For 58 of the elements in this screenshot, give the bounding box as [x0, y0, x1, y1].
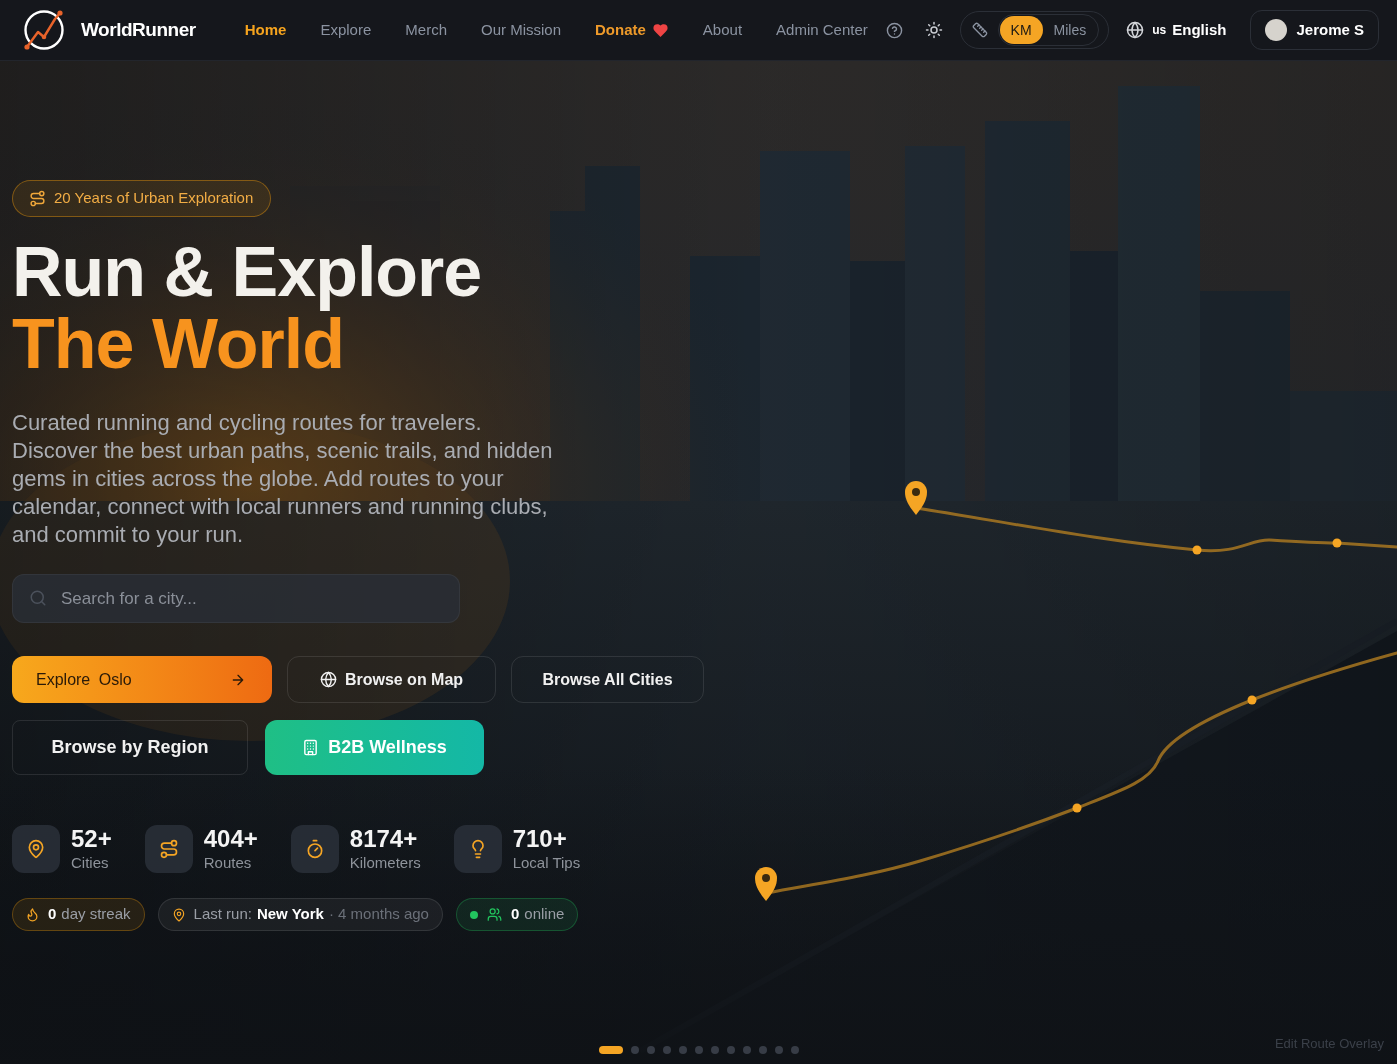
stat-label: Kilometers: [349, 853, 421, 873]
ruler-icon: [971, 22, 988, 38]
nav-link[interactable]: Admin Center: [776, 18, 868, 42]
route-dot: [1247, 695, 1257, 705]
stat-label: Routes: [203, 853, 253, 873]
route-dot: [1072, 803, 1082, 813]
pin-icon: [171, 907, 186, 922]
search-field[interactable]: Search for a city...: [12, 574, 460, 623]
badge-label: 20 Years of Urban Exploration: [54, 188, 254, 209]
pin-icon: [12, 825, 60, 873]
online-count: 0: [510, 904, 520, 925]
last-run-time: · 4 months ago: [328, 904, 429, 925]
users-icon: [486, 907, 502, 922]
user-menu-button[interactable]: Jerome S: [1250, 10, 1379, 50]
route-icon: [144, 825, 193, 873]
stat-label: Cities: [71, 853, 110, 873]
stat-value: 8174+: [349, 825, 419, 853]
nav-link[interactable]: Our Mission: [481, 18, 561, 42]
route-icon: [29, 190, 46, 207]
globe-icon: [1126, 21, 1145, 39]
online-label: online: [524, 904, 565, 925]
streak-label: day streak: [61, 904, 131, 925]
nav-link[interactable]: Explore: [320, 18, 372, 42]
logo-icon[interactable]: [22, 8, 66, 52]
flame-icon: [25, 907, 40, 922]
browse-map-button[interactable]: Browse on Map: [287, 656, 496, 703]
unit-option[interactable]: KM: [999, 16, 1043, 44]
building-icon: [302, 739, 320, 756]
last-run-city: New York: [256, 904, 324, 925]
avatar: [1265, 19, 1288, 41]
explore-city-button[interactable]: Explore Oslo: [12, 656, 272, 703]
language-button[interactable]: us English: [1126, 18, 1227, 42]
nav-link[interactable]: Home: [244, 18, 287, 42]
globe-icon: [319, 671, 337, 688]
route-dot: [1192, 545, 1202, 555]
browse-cities-button[interactable]: Browse All Cities: [511, 656, 704, 703]
search-icon: [29, 589, 47, 607]
streak-count: 0: [48, 904, 57, 925]
hero-description: Curated running and cycling routes for travelers. Discover the best urban paths, scenic trails, and hidden gems in cities across the globe. Add routes to your calendar, connect with local runners and running clubs, and commit to your run.: [12, 409, 554, 549]
stat-value: 710+: [512, 825, 568, 853]
nav-link[interactable]: Merch: [405, 18, 447, 42]
browse-region-button[interactable]: Browse by Region: [12, 720, 248, 775]
help-icon[interactable]: [885, 21, 903, 39]
map-pin-icon[interactable]: [905, 481, 927, 515]
stat-label: Local Tips: [512, 853, 581, 873]
stat-value: 404+: [203, 825, 258, 853]
last-run-label: Last run:: [193, 904, 252, 925]
nav-link[interactable]: Donate: [595, 18, 669, 42]
heart-icon: [651, 21, 669, 39]
sun-icon[interactable]: [924, 21, 943, 39]
map-pin-icon[interactable]: [755, 867, 777, 901]
route-dot: [1332, 538, 1342, 548]
nav-link[interactable]: About: [702, 18, 743, 42]
brand-name[interactable]: WorldRunner: [81, 15, 196, 45]
stopwatch-icon: [290, 825, 339, 873]
unit-option[interactable]: Miles: [1042, 16, 1098, 44]
stat-value: 52+: [71, 825, 112, 853]
lightbulb-icon: [453, 825, 502, 873]
